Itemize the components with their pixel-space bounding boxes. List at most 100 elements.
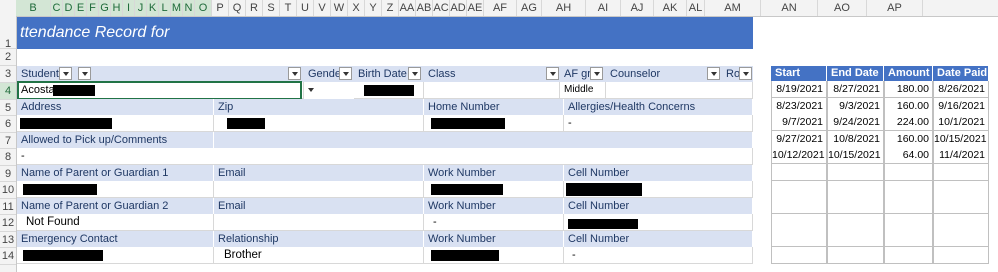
relationship-cell[interactable]: Brother	[214, 247, 424, 264]
column-header-ap[interactable]: AP	[867, 0, 923, 16]
row-header-11[interactable]: 11	[0, 199, 16, 215]
payments-cell[interactable]: 64.00	[884, 147, 933, 165]
payments-cell[interactable]	[933, 213, 989, 231]
payments-cell[interactable]: 8/27/2021	[827, 81, 884, 98]
column-header-k[interactable]: K	[147, 0, 159, 16]
column-header-q[interactable]: Q	[229, 0, 246, 16]
column-header-u[interactable]: U	[297, 0, 314, 16]
column-header-d[interactable]: D	[63, 0, 75, 16]
column-header-s[interactable]: S	[263, 0, 280, 16]
payments-cell[interactable]: 9/3/2021	[827, 97, 884, 115]
payments-cell[interactable]	[771, 213, 827, 231]
payments-cell[interactable]	[771, 230, 827, 248]
email1-cell[interactable]	[214, 181, 424, 198]
column-header-v[interactable]: V	[314, 0, 331, 16]
column-header-i[interactable]: I	[123, 0, 135, 16]
row-header-13[interactable]: 13	[0, 232, 16, 248]
column-header-g[interactable]: G	[99, 0, 111, 16]
payments-cell[interactable]	[827, 247, 884, 264]
payments-cell[interactable]	[933, 247, 989, 264]
column-header-l[interactable]: L	[159, 0, 171, 16]
payments-cell[interactable]: 224.00	[884, 114, 933, 132]
payments-cell[interactable]: 10/1/2021	[933, 114, 989, 132]
column-header-r[interactable]: R	[246, 0, 263, 16]
payments-cell[interactable]: 160.00	[884, 97, 933, 115]
filter-room-dropdown[interactable]	[739, 67, 752, 80]
payments-cell[interactable]: 9/7/2021	[771, 114, 827, 132]
row-header-9[interactable]: 9	[0, 166, 16, 182]
column-header-al[interactable]: AL	[687, 0, 705, 16]
column-header-am[interactable]: AM	[705, 0, 761, 16]
payments-cell[interactable]: 9/24/2021	[827, 114, 884, 132]
payments-cell[interactable]	[933, 164, 989, 181]
payments-cell[interactable]: 8/23/2021	[771, 97, 827, 115]
column-header-c[interactable]: C	[51, 0, 63, 16]
row-header-10[interactable]: 10	[0, 182, 16, 199]
row-header-8[interactable]: 8	[0, 149, 16, 166]
class-cell[interactable]	[424, 82, 560, 99]
payments-cell[interactable]	[884, 247, 933, 264]
filter-counselor-dropdown[interactable]	[707, 67, 720, 80]
column-header-ah[interactable]: AH	[542, 0, 586, 16]
payments-cell[interactable]: 10/12/2021	[771, 147, 827, 165]
payments-cell[interactable]	[771, 164, 827, 181]
parent2-cell[interactable]: Not Found	[17, 214, 214, 231]
cell-dropdown-arrow[interactable]	[305, 84, 318, 97]
column-header-t[interactable]: T	[280, 0, 297, 16]
payments-cell[interactable]: 11/4/2021	[933, 147, 989, 165]
column-header-z[interactable]: Z	[382, 0, 399, 16]
payments-cell[interactable]	[771, 197, 827, 215]
payments-cell[interactable]	[884, 230, 933, 248]
column-header-j[interactable]: J	[135, 0, 147, 16]
counselor-cell[interactable]	[606, 82, 753, 99]
payments-cell[interactable]	[827, 213, 884, 231]
payments-cell[interactable]: 8/19/2021	[771, 81, 827, 98]
column-header-af[interactable]: AF	[484, 0, 517, 16]
column-header-n[interactable]: N	[183, 0, 195, 16]
column-header-y[interactable]: Y	[365, 0, 382, 16]
payments-cell[interactable]	[827, 230, 884, 248]
column-header-b[interactable]: B	[16, 0, 51, 16]
filter-class-dropdown[interactable]	[546, 67, 559, 80]
column-header-f[interactable]: F	[87, 0, 99, 16]
row-header-14[interactable]: 14	[0, 248, 16, 265]
payments-cell[interactable]: 8/26/2021	[933, 81, 989, 98]
payments-cell[interactable]	[771, 180, 827, 198]
filter-col3-dropdown[interactable]	[288, 67, 301, 80]
column-header-x[interactable]: X	[348, 0, 365, 16]
payments-cell[interactable]: 9/16/2021	[933, 97, 989, 115]
row-header-3[interactable]: 3	[0, 66, 16, 83]
filter-student-dropdown[interactable]	[59, 67, 72, 80]
payments-cell[interactable]: 180.00	[884, 81, 933, 98]
filter-af-group-dropdown[interactable]	[590, 67, 603, 80]
payments-cell[interactable]: 10/8/2021	[827, 130, 884, 148]
column-header-m[interactable]: M	[171, 0, 183, 16]
column-header-ak[interactable]: AK	[654, 0, 687, 16]
column-header-aa[interactable]: AA	[399, 0, 416, 16]
column-header-an[interactable]: AN	[761, 0, 818, 16]
row-header-4[interactable]: 4	[0, 83, 16, 100]
payments-cell[interactable]: 160.00	[884, 130, 933, 148]
allergies-cell[interactable]: -	[564, 115, 753, 132]
af-group-cell[interactable]: Middle	[560, 82, 606, 99]
payments-cell[interactable]	[933, 180, 989, 198]
column-header-ab[interactable]: AB	[416, 0, 433, 16]
column-header-ai[interactable]: AI	[586, 0, 621, 16]
payments-cell[interactable]: 10/15/2021	[827, 147, 884, 165]
payments-cell[interactable]	[933, 230, 989, 248]
row-header-1[interactable]: 1	[0, 16, 16, 50]
payments-cell[interactable]: 10/15/2021	[933, 130, 989, 148]
column-header-o[interactable]: O	[195, 0, 212, 16]
column-header-w[interactable]: W	[331, 0, 348, 16]
column-header-ag[interactable]: AG	[517, 0, 542, 16]
row-header-6[interactable]: 6	[0, 116, 16, 133]
column-header-e[interactable]: E	[75, 0, 87, 16]
email2-cell[interactable]	[214, 214, 424, 231]
filter-birth-date-dropdown[interactable]	[408, 67, 421, 80]
column-header-ae[interactable]: AE	[467, 0, 484, 16]
work2-cell[interactable]: -	[424, 214, 564, 231]
column-header-h[interactable]: H	[111, 0, 123, 16]
column-header-p[interactable]: P	[212, 0, 229, 16]
row-header-2[interactable]: 2	[0, 49, 16, 66]
filter-gender-dropdown[interactable]	[339, 67, 352, 80]
